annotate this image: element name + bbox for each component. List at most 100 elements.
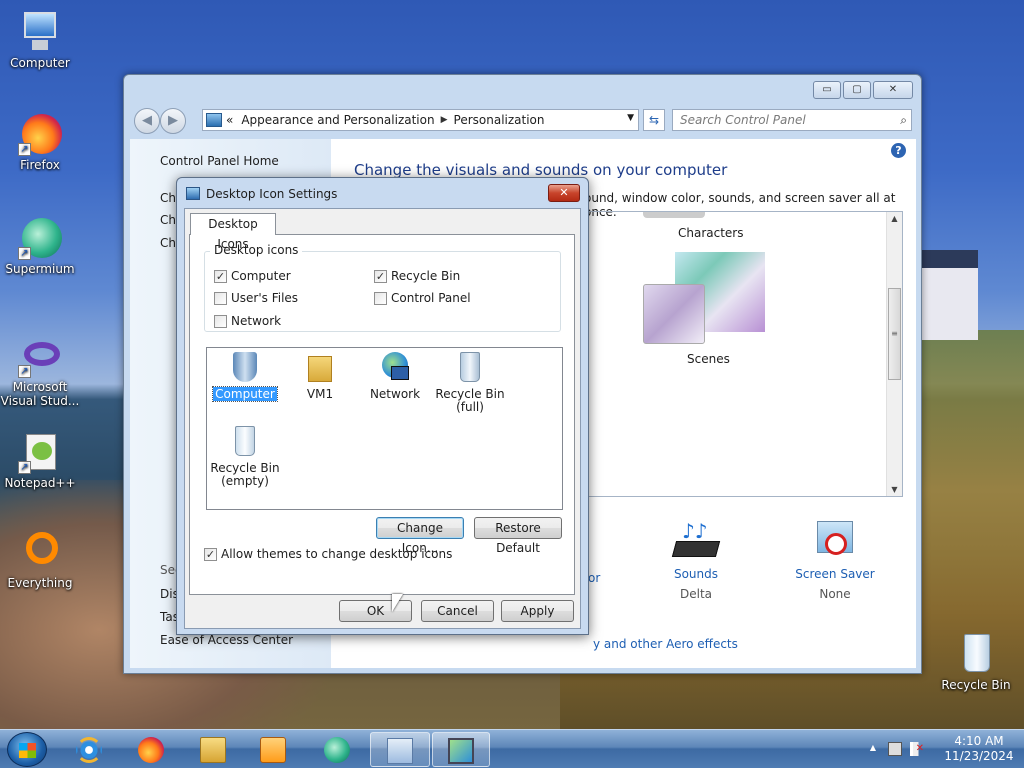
list-item-vm1[interactable]: VM1 [282, 352, 358, 401]
search-input[interactable]: Search Control Panel ⌕ [672, 109, 912, 131]
supermium-icon: ↗ [18, 216, 62, 260]
navigation-bar: ◀ ▶ « Appearance and Personalization ▶ P… [124, 103, 921, 137]
dialog-close-button[interactable]: ✕ [548, 184, 580, 202]
cancel-button[interactable]: Cancel [421, 600, 494, 622]
firefox-icon: ↗ [18, 112, 62, 156]
dialog-title: Desktop Icon Settings [206, 187, 338, 201]
taskbar-desktop-icon-settings[interactable] [432, 732, 490, 767]
theme-label-characters[interactable]: Characters [678, 226, 744, 240]
desktop-wallpaper-house [918, 250, 978, 340]
screen-saver-icon [813, 519, 857, 563]
recycle-bin-empty-icon [229, 426, 261, 458]
taskbar-firefox[interactable] [124, 732, 178, 767]
apply-button[interactable]: Apply [501, 600, 574, 622]
breadcrumb-overflow[interactable]: « [226, 113, 233, 127]
checkbox-computer[interactable]: ✓ Computer [214, 269, 291, 283]
shortcut-arrow-icon: ↗ [18, 143, 31, 156]
tab-desktop-icons[interactable]: Desktop Icons [190, 213, 276, 251]
show-hidden-icons-icon[interactable]: ▲ [870, 743, 876, 752]
address-dropdown-icon[interactable]: ▼ [627, 113, 634, 123]
shortcut-arrow-icon: ↗ [18, 461, 31, 474]
desktop-icon-notepadpp[interactable]: ↗ Notepad++ [0, 430, 80, 490]
supermium-icon [324, 737, 350, 763]
left-link-2[interactable]: Ch [160, 213, 176, 227]
ease-of-access-link[interactable]: Ease of Access Center [160, 633, 293, 647]
control-panel-icon [206, 113, 222, 127]
taskbar-supermium[interactable] [310, 732, 364, 767]
list-item-recycle-bin-full[interactable]: Recycle Bin (full) [432, 352, 508, 414]
address-bar[interactable]: « Appearance and Personalization ▶ Perso… [202, 109, 639, 131]
themes-scrollbar[interactable]: ▲ ≡ ▼ [886, 212, 902, 496]
volume-muted-icon[interactable]: ✕ [910, 742, 924, 756]
sounds-item[interactable]: ♪♪ Sounds Delta [666, 519, 726, 601]
recycle-bin-icon [954, 632, 998, 676]
desktop-icon-visual-studio[interactable]: ↗ Microsoft Visual Stud... [0, 334, 80, 408]
close-button[interactable]: ✕ [873, 81, 913, 99]
clock[interactable]: 4:10 AM 11/23/2024 [944, 734, 1014, 764]
desktop-icon-list: Computer VM1 Network Recycle Bin (full) … [206, 347, 563, 510]
forward-button[interactable]: ▶ [160, 108, 186, 134]
desktop-icon-recycle-bin[interactable]: Recycle Bin [936, 632, 1016, 692]
list-item-computer[interactable]: Computer [207, 352, 283, 402]
breadcrumb-appearance[interactable]: Appearance and Personalization [241, 113, 434, 127]
screen-saver-item[interactable]: Screen Saver None [790, 519, 880, 601]
checkbox-users-files[interactable]: User's Files [214, 291, 298, 305]
control-panel-icon [387, 738, 413, 764]
help-icon[interactable]: ? [891, 143, 906, 158]
refresh-button[interactable]: ⇆ [643, 109, 665, 131]
media-player-icon [260, 737, 286, 763]
desktop-icon-supermium[interactable]: ↗ Supermium [0, 216, 80, 276]
aero-effects-link[interactable]: y and other Aero effects [593, 637, 738, 651]
start-button[interactable] [7, 732, 47, 767]
checkbox-control-panel[interactable]: Control Panel [374, 291, 471, 305]
taskbar-ie[interactable] [62, 732, 116, 767]
restore-default-button[interactable]: Restore Default [474, 517, 562, 555]
taskbar-media-player[interactable] [246, 732, 300, 767]
desktop-icon-settings-dialog: Desktop Icon Settings ✕ Desktop Icons De… [176, 177, 589, 635]
notepadpp-icon: ↗ [18, 430, 62, 474]
computer-icon [18, 10, 62, 54]
internet-explorer-icon [76, 737, 102, 763]
control-panel-home-link[interactable]: Control Panel Home [160, 154, 279, 168]
firefox-icon [138, 737, 164, 763]
sounds-icon: ♪♪ [671, 519, 721, 563]
taskbar-explorer[interactable] [186, 732, 240, 767]
action-center-flag-icon[interactable] [888, 742, 902, 756]
left-link-1[interactable]: Ch [160, 191, 176, 205]
windows-logo-icon [19, 743, 36, 758]
dialog-icon [186, 187, 200, 200]
search-icon[interactable]: ⌕ [900, 110, 907, 130]
checkbox-network[interactable]: Network [214, 314, 281, 328]
checkbox-allow-themes[interactable]: ✓ Allow themes to change desktop icons [204, 547, 452, 561]
list-item-recycle-bin-empty[interactable]: Recycle Bin (empty) [207, 426, 283, 488]
clock-date: 11/23/2024 [944, 749, 1014, 763]
list-item-network[interactable]: Network [357, 352, 433, 401]
computer-shield-icon [229, 352, 261, 384]
visual-studio-icon: ↗ [18, 334, 62, 378]
tab-panel: Desktop icons ✓ Computer ✓ Recycle Bin U… [189, 234, 575, 595]
back-button[interactable]: ◀ [134, 108, 160, 134]
shortcut-arrow-icon: ↗ [18, 247, 31, 260]
recycle-bin-full-icon [454, 352, 486, 384]
checkbox-recycle-bin[interactable]: ✓ Recycle Bin [374, 269, 460, 283]
change-icon-button[interactable]: Change Icon... [376, 517, 464, 555]
check-icon: ✓ [214, 269, 227, 283]
window-color-label[interactable]: or [588, 571, 600, 585]
desktop-icon-everything[interactable]: Everything [0, 530, 80, 590]
desktop-icon-computer[interactable]: Computer [0, 10, 80, 70]
breadcrumb-personalization[interactable]: Personalization [454, 113, 545, 127]
theme-label-scenes[interactable]: Scenes [687, 352, 730, 366]
scroll-down-icon[interactable]: ▼ [887, 485, 902, 494]
everything-icon [18, 530, 62, 574]
left-link-3[interactable]: Ch [160, 236, 176, 250]
desktop-icon-firefox[interactable]: ↗ Firefox [0, 112, 80, 172]
scroll-thumb[interactable]: ≡ [888, 288, 901, 380]
breadcrumb-separator-icon[interactable]: ▶ [441, 115, 448, 125]
scenes-theme-thumbnail[interactable] [643, 284, 705, 344]
minimize-button[interactable]: ▭ [813, 81, 841, 99]
scroll-up-icon[interactable]: ▲ [887, 214, 902, 223]
maximize-button[interactable]: ▢ [843, 81, 871, 99]
taskbar: ▲ ✕ 4:10 AM 11/23/2024 [0, 729, 1024, 768]
clock-time: 4:10 AM [954, 734, 1004, 748]
taskbar-control-panel[interactable] [370, 732, 430, 767]
